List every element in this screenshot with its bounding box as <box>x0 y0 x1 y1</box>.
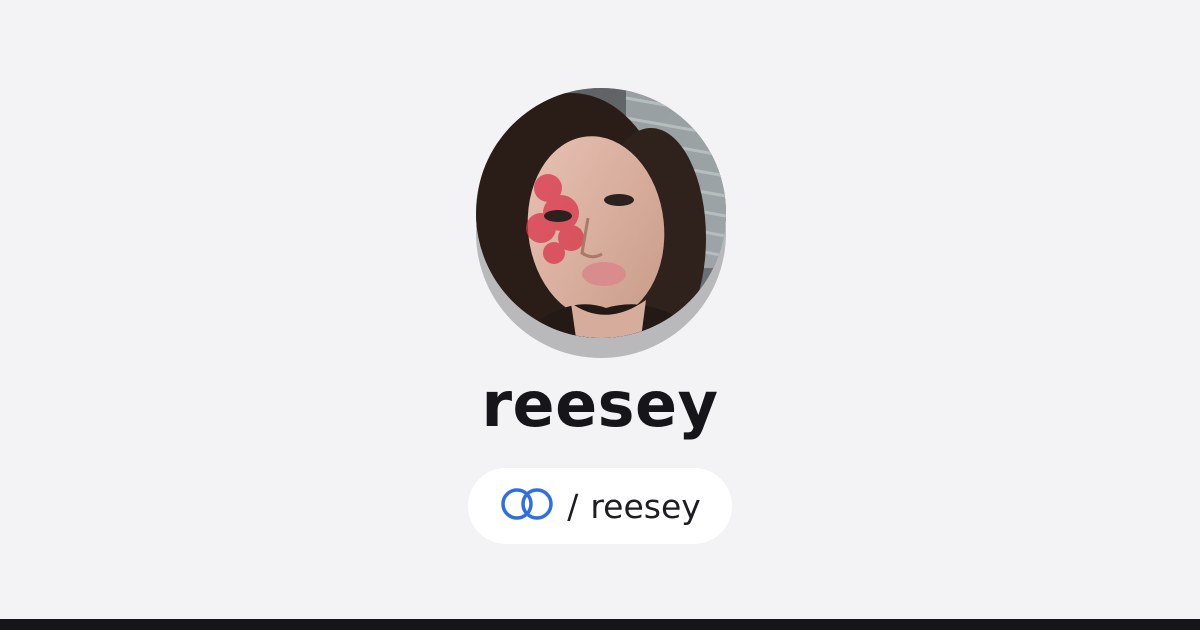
profile-link-pill[interactable]: / reesey <box>468 468 732 544</box>
handle-separator: / <box>567 486 579 526</box>
profile-card: reesey / reesey <box>0 0 1200 630</box>
avatar-photo <box>476 88 726 338</box>
profile-link-content: / reesey <box>499 486 701 526</box>
profile-name: reesey <box>481 368 719 441</box>
avatar[interactable] <box>476 88 726 338</box>
footer-bar <box>0 619 1200 630</box>
linked-rings-icon <box>499 486 555 526</box>
handle-username: reesey <box>590 486 701 526</box>
avatar-container <box>476 88 726 358</box>
